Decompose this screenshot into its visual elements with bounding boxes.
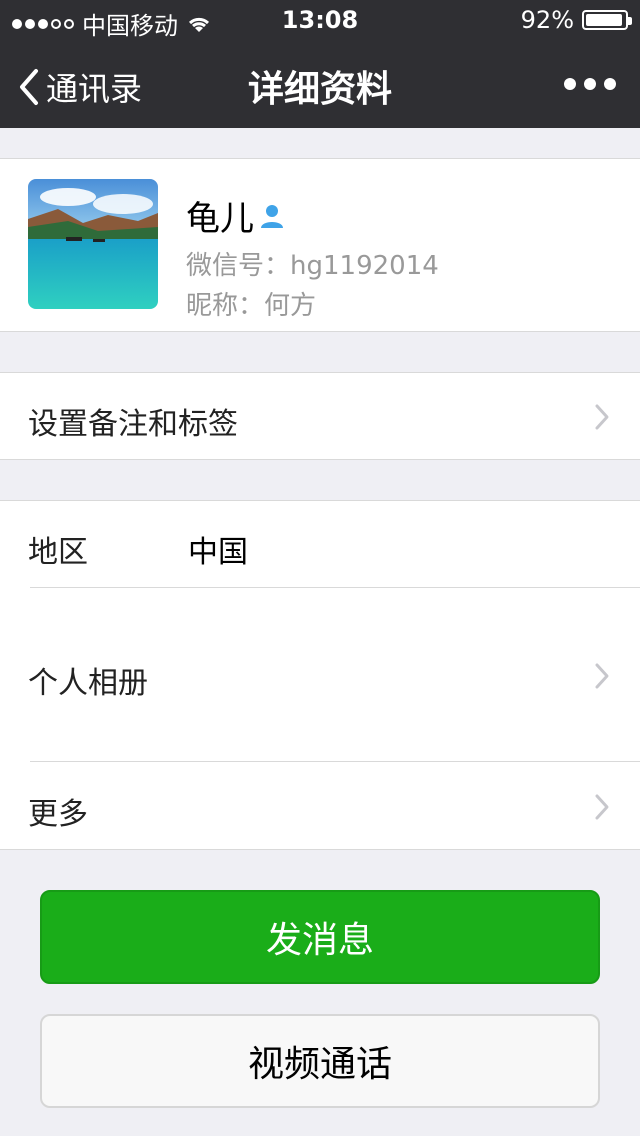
chevron-right-icon [595, 663, 609, 689]
more-options-icon[interactable] [560, 64, 620, 104]
album-row[interactable]: 个人相册 [0, 588, 640, 761]
contact-name-row: 龟儿 [186, 191, 286, 240]
send-message-button[interactable]: 发消息 [40, 890, 600, 984]
battery-percent: 92% [520, 6, 574, 34]
details-group: 地区 中国 个人相册 更多 [0, 500, 640, 850]
status-bar: 中国移动 13:08 92% [0, 0, 640, 40]
album-label: 个人相册 [28, 666, 148, 701]
more-row[interactable]: 更多 [0, 762, 640, 849]
remark-tags-label: 设置备注和标签 [28, 407, 238, 442]
remark-tags-row[interactable]: 设置备注和标签 [0, 372, 640, 460]
top-bar: 中国移动 13:08 92% 通讯录 详细资料 [0, 0, 640, 128]
video-call-button[interactable]: 视频通话 [40, 1014, 600, 1108]
user-gender-icon [261, 204, 283, 228]
battery-fill [586, 14, 622, 26]
chevron-right-icon [595, 794, 609, 820]
region-row: 地区 中国 [0, 501, 640, 587]
profile-card: 龟儿 微信号：hg1192014 昵称：何方 [0, 158, 640, 332]
chevron-right-icon [595, 404, 609, 430]
status-right: 92% [520, 6, 632, 34]
page-title: 详细资料 [247, 69, 392, 110]
avatar[interactable] [28, 179, 158, 309]
contact-name: 龟儿 [186, 199, 254, 239]
battery-icon [582, 10, 632, 30]
battery-nub [628, 17, 632, 25]
avatar-image [28, 179, 158, 309]
region-label: 地区 [28, 535, 88, 570]
navigation-bar: 通讯录 详细资料 [0, 40, 640, 128]
nickname: 昵称：何方 [186, 291, 317, 321]
wechat-id: 微信号：hg1192014 [186, 251, 439, 281]
region-value: 中国 [188, 535, 248, 570]
more-label: 更多 [28, 797, 88, 832]
